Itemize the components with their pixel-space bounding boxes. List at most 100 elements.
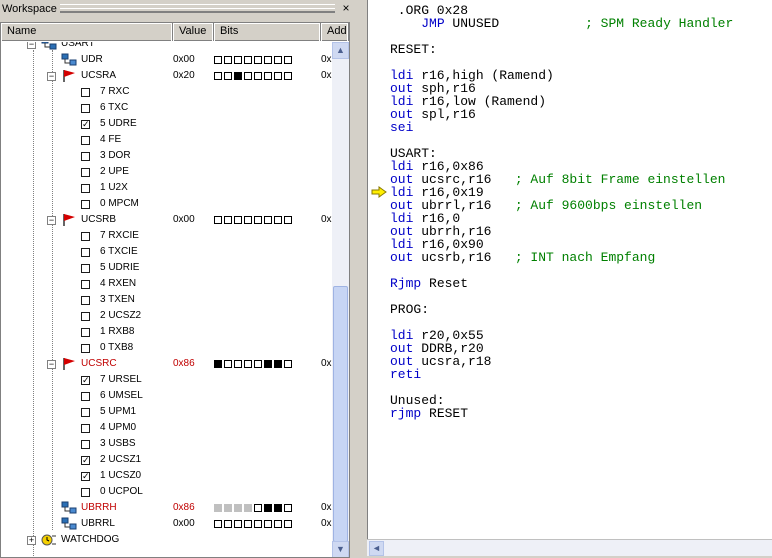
bit-row[interactable]: 2 UPE xyxy=(1,164,332,180)
bit-row[interactable]: 0 TXB8 xyxy=(1,340,332,356)
bit-box[interactable] xyxy=(284,56,292,64)
bit-box[interactable] xyxy=(244,504,252,512)
bit-checkbox[interactable] xyxy=(81,280,90,289)
bit-box[interactable] xyxy=(274,72,282,80)
bit-box[interactable] xyxy=(224,72,232,80)
bit-box[interactable] xyxy=(244,216,252,224)
bit-checkbox[interactable]: ✓ xyxy=(81,120,90,129)
column-address[interactable]: Add xyxy=(321,23,349,41)
bit-box[interactable] xyxy=(284,72,292,80)
bit-checkbox[interactable] xyxy=(81,248,90,257)
bit-box[interactable] xyxy=(274,504,282,512)
bit-box[interactable] xyxy=(254,56,262,64)
bit-box[interactable] xyxy=(264,216,272,224)
bit-box[interactable] xyxy=(224,360,232,368)
column-bits[interactable]: Bits xyxy=(214,23,321,41)
bit-row[interactable]: 1 RXB8 xyxy=(1,324,332,340)
bit-boxes[interactable] xyxy=(214,216,292,225)
bit-checkbox[interactable] xyxy=(81,136,90,145)
bit-box[interactable] xyxy=(234,520,242,528)
bit-box[interactable] xyxy=(254,216,262,224)
bit-box[interactable] xyxy=(234,504,242,512)
bit-row[interactable]: 3 USBS xyxy=(1,436,332,452)
bit-box[interactable] xyxy=(264,360,272,368)
bit-box[interactable] xyxy=(214,504,222,512)
bit-checkbox[interactable] xyxy=(81,264,90,273)
bit-checkbox[interactable] xyxy=(81,104,90,113)
bit-box[interactable] xyxy=(224,56,232,64)
bit-box[interactable] xyxy=(264,504,272,512)
bit-box[interactable] xyxy=(244,520,252,528)
collapse-icon[interactable]: − xyxy=(47,360,56,369)
bit-row[interactable]: 7 RXC xyxy=(1,84,332,100)
bit-checkbox[interactable]: ✓ xyxy=(81,472,90,481)
bit-checkbox[interactable] xyxy=(81,392,90,401)
bit-checkbox[interactable] xyxy=(81,328,90,337)
bit-box[interactable] xyxy=(214,56,222,64)
bit-box[interactable] xyxy=(274,520,282,528)
bit-box[interactable] xyxy=(214,72,222,80)
bit-box[interactable] xyxy=(254,504,262,512)
bit-box[interactable] xyxy=(234,216,242,224)
editor-text-area[interactable]: .ORG 0x28 JMP UNUSED ; SPM Ready Handler… xyxy=(367,0,772,539)
collapse-icon[interactable]: − xyxy=(47,72,56,81)
bit-boxes[interactable] xyxy=(214,360,292,369)
bit-checkbox[interactable] xyxy=(81,88,90,97)
scroll-thumb[interactable] xyxy=(333,286,348,542)
bit-row[interactable]: 3 DOR xyxy=(1,148,332,164)
bit-row[interactable]: 6 TXCIE xyxy=(1,244,332,260)
bit-box[interactable] xyxy=(284,520,292,528)
bit-box[interactable] xyxy=(254,360,262,368)
bit-row[interactable]: 4 UPM0 xyxy=(1,420,332,436)
bit-row[interactable]: 4 RXEN xyxy=(1,276,332,292)
bit-box[interactable] xyxy=(274,216,282,224)
bit-box[interactable] xyxy=(244,72,252,80)
register-row[interactable]: − UCSRA 0x20 0x xyxy=(1,68,332,84)
dock-grip[interactable] xyxy=(60,4,335,13)
bit-checkbox[interactable] xyxy=(81,408,90,417)
column-name[interactable]: Name xyxy=(1,23,173,41)
bit-box[interactable] xyxy=(264,56,272,64)
bit-box[interactable] xyxy=(234,360,242,368)
bit-boxes[interactable] xyxy=(214,72,292,81)
bit-row[interactable]: ✓ 7 URSEL xyxy=(1,372,332,388)
bit-checkbox[interactable] xyxy=(81,296,90,305)
collapse-icon[interactable]: − xyxy=(27,42,36,49)
bit-box[interactable] xyxy=(224,520,232,528)
horizontal-scroll-track[interactable] xyxy=(384,541,770,556)
bit-row[interactable]: 6 UMSEL xyxy=(1,388,332,404)
bit-row[interactable]: 4 FE xyxy=(1,132,332,148)
vertical-scrollbar[interactable]: ▲ ▼ xyxy=(332,42,349,557)
bit-checkbox[interactable] xyxy=(81,424,90,433)
bit-checkbox[interactable] xyxy=(81,312,90,321)
bit-row[interactable]: 3 TXEN xyxy=(1,292,332,308)
bit-boxes[interactable] xyxy=(214,520,292,529)
bit-checkbox[interactable] xyxy=(81,152,90,161)
bit-boxes[interactable] xyxy=(214,56,292,65)
bit-box[interactable] xyxy=(254,520,262,528)
scroll-down-button[interactable]: ▼ xyxy=(332,541,349,557)
bit-box[interactable] xyxy=(284,360,292,368)
bit-row[interactable]: ✓ 5 UDRE xyxy=(1,116,332,132)
bit-row[interactable]: 0 UCPOL xyxy=(1,484,332,500)
bit-box[interactable] xyxy=(244,360,252,368)
bit-box[interactable] xyxy=(244,56,252,64)
bit-boxes[interactable] xyxy=(214,504,292,513)
bit-row[interactable]: 1 U2X xyxy=(1,180,332,196)
register-row[interactable]: − UCSRB 0x00 0x xyxy=(1,212,332,228)
column-value[interactable]: Value xyxy=(173,23,214,41)
bit-box[interactable] xyxy=(264,520,272,528)
register-row[interactable]: + WATCHDOG xyxy=(1,532,332,548)
bit-row[interactable]: 2 UCSZ2 xyxy=(1,308,332,324)
bit-row[interactable]: 6 TXC xyxy=(1,100,332,116)
bit-checkbox[interactable] xyxy=(81,168,90,177)
bit-checkbox[interactable] xyxy=(81,200,90,209)
bit-row[interactable]: ✓ 1 UCSZ0 xyxy=(1,468,332,484)
bit-checkbox[interactable]: ✓ xyxy=(81,376,90,385)
bit-box[interactable] xyxy=(214,360,222,368)
bit-row[interactable]: 0 MPCM xyxy=(1,196,332,212)
bit-box[interactable] xyxy=(274,360,282,368)
bit-box[interactable] xyxy=(264,72,272,80)
bit-checkbox[interactable] xyxy=(81,344,90,353)
bit-box[interactable] xyxy=(284,504,292,512)
